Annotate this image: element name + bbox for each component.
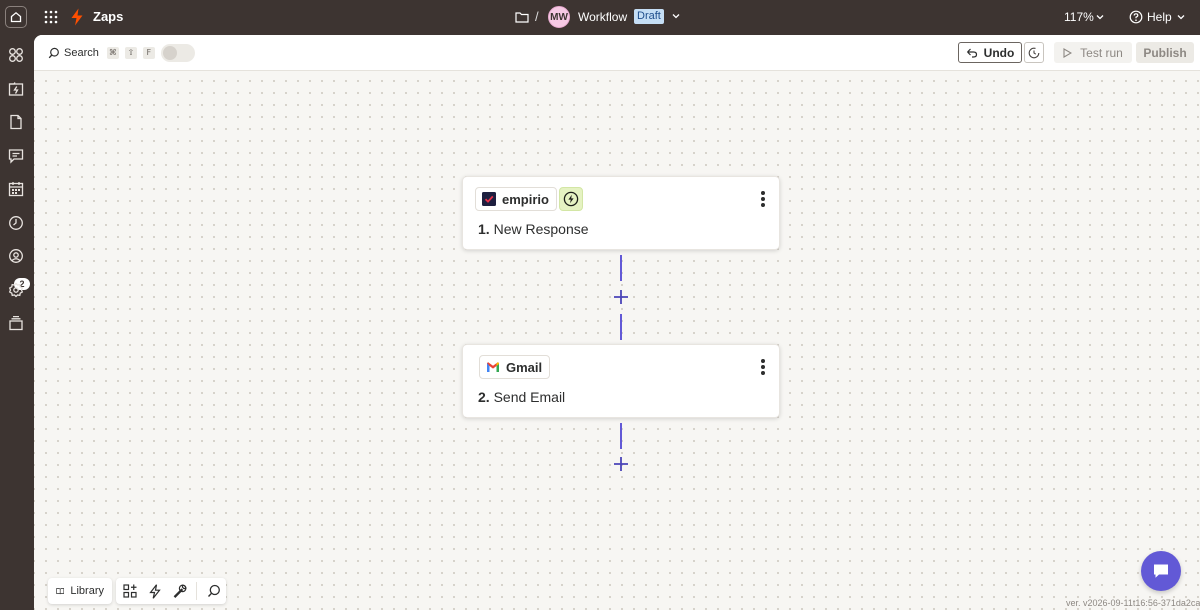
step-number: 2. [478, 389, 490, 405]
zap-bolt-icon [71, 8, 83, 26]
step-card-action[interactable]: Gmail 2. Send Email [462, 344, 780, 418]
history-icon[interactable] [8, 215, 24, 231]
step-title: 1. New Response [478, 221, 589, 237]
apps-icon[interactable] [8, 47, 24, 63]
undo-label: Undo [983, 45, 1015, 60]
avatar[interactable]: MW [548, 6, 570, 28]
more-options-icon[interactable] [761, 191, 765, 207]
calendar-icon[interactable] [8, 181, 24, 197]
undo-button[interactable]: Undo [958, 42, 1022, 63]
book-icon [56, 588, 65, 595]
apps-grid-icon[interactable] [44, 10, 58, 24]
publish-button[interactable]: Publish [1136, 42, 1194, 63]
gmail-logo-icon [487, 362, 499, 372]
top-bar: Zaps / MW Workflow Draft 117% Help [0, 0, 1200, 35]
app-name: empirio [502, 191, 549, 207]
test-run-button[interactable]: Test run [1054, 42, 1132, 63]
library-button[interactable]: Library [48, 578, 112, 604]
chat-bubble-icon [1154, 564, 1168, 578]
view-toggle[interactable] [160, 44, 195, 62]
home-icon [10, 11, 22, 23]
timer-icon [1028, 47, 1040, 58]
trigger-badge [559, 187, 583, 211]
search-control[interactable]: Search ⌘ ⇧ F [48, 44, 195, 62]
bolt-icon [149, 583, 161, 599]
step-number: 1. [478, 221, 490, 237]
connector-line [620, 255, 622, 281]
app-name: Gmail [506, 359, 543, 375]
play-icon [1063, 47, 1073, 58]
help-menu[interactable]: Help [1147, 10, 1172, 24]
step-name: New Response [493, 221, 589, 237]
empirio-logo-icon [482, 192, 496, 206]
shortcut-key: ⌘ [106, 47, 119, 59]
breadcrumb-separator: / [535, 9, 539, 24]
settings-icon[interactable] [8, 282, 24, 298]
step-name: Send Email [493, 389, 566, 405]
folder-icon[interactable] [515, 11, 529, 23]
app-chip[interactable]: empirio [475, 187, 557, 211]
step-title: 2. Send Email [478, 389, 565, 405]
version-history-button[interactable] [1024, 42, 1044, 63]
undo-icon [966, 48, 977, 58]
zoom-level[interactable]: 117% [1064, 10, 1094, 24]
tables-icon[interactable] [8, 114, 24, 130]
chevron-down-icon[interactable] [1095, 12, 1105, 22]
zap-tool-button[interactable] [143, 579, 166, 603]
app-chip[interactable]: Gmail [479, 355, 551, 379]
zaps-link[interactable]: Zaps [93, 9, 123, 24]
chevron-down-icon[interactable] [1176, 12, 1186, 22]
more-options-icon[interactable] [761, 359, 765, 375]
ai-agents-icon[interactable] [8, 248, 24, 264]
shortcut-key: F [142, 47, 155, 59]
search-icon [48, 47, 59, 59]
shortcut-key: ⇧ [124, 47, 137, 59]
search-canvas-button[interactable] [203, 579, 226, 603]
search-label: Search [64, 47, 99, 59]
library-label: Library [70, 585, 104, 597]
workflow-canvas[interactable]: Search ⌘ ⇧ F Undo Test run Publish empir… [34, 35, 1200, 610]
help-circle-icon[interactable] [1129, 10, 1143, 24]
editor-toolbar: Search ⌘ ⇧ F Undo Test run Publish [34, 35, 1200, 71]
test-run-label: Test run [1080, 45, 1123, 60]
canvas-tools [116, 578, 226, 604]
add-step-icon[interactable] [613, 456, 629, 472]
chat-button[interactable] [1141, 551, 1181, 591]
apps-plus-icon [123, 584, 137, 598]
connector-line [620, 314, 622, 340]
bolt-circle-icon [563, 191, 579, 207]
more-icon[interactable] [8, 315, 24, 331]
toggle-knob [162, 46, 177, 60]
status-badge: Draft [634, 9, 664, 24]
tools-button[interactable] [169, 579, 192, 603]
interfaces-icon[interactable] [8, 148, 24, 164]
add-app-button[interactable] [118, 579, 141, 603]
wrench-icon [173, 584, 187, 598]
sidebar: 2 [0, 35, 34, 610]
zaps-icon[interactable] [8, 81, 24, 97]
home-button[interactable] [5, 6, 27, 28]
workflow-name[interactable]: Workflow [578, 10, 627, 24]
add-step-icon[interactable] [613, 289, 629, 305]
chevron-down-icon[interactable] [671, 11, 681, 21]
step-card-trigger[interactable]: empirio 1. New Response [462, 176, 780, 250]
search-icon [208, 584, 221, 597]
connector-line [620, 423, 622, 449]
version-label: ver. v2026-09-11t16:56-371da2ca [1066, 598, 1200, 608]
toolbar-divider [195, 582, 197, 600]
